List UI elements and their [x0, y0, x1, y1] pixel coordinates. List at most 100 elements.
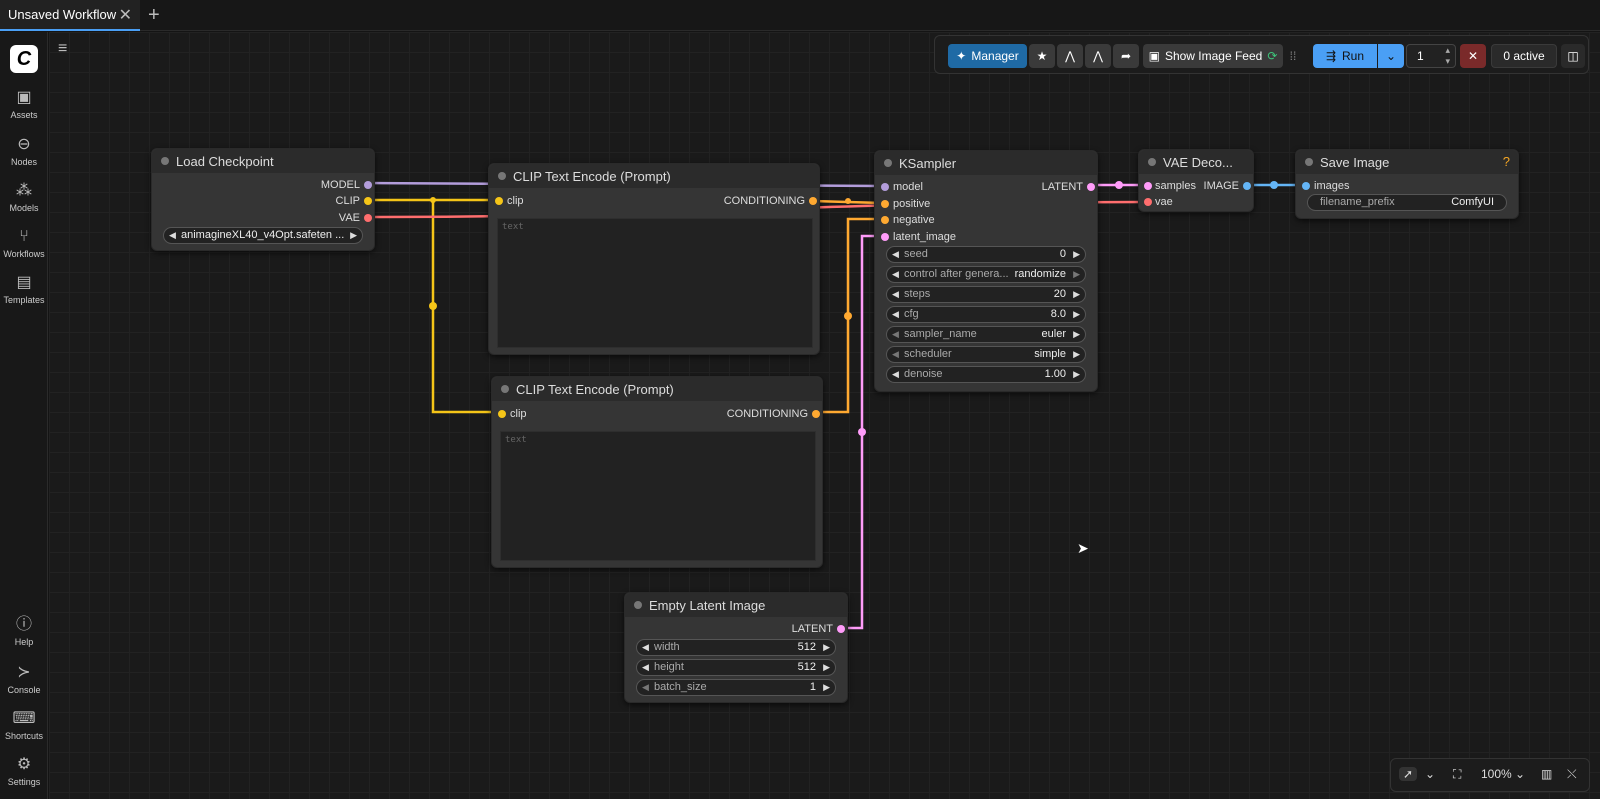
chevron-down-icon[interactable]: ⌄	[1425, 767, 1435, 781]
arrow-left-icon[interactable]: ◀	[892, 269, 899, 280]
output-conditioning[interactable]: CONDITIONING	[724, 193, 817, 209]
widget-cfg[interactable]: ◀ cfg 8.0 ▶	[886, 306, 1086, 323]
widget-sampler-name[interactable]: ◀ sampler_name euler ▶	[886, 326, 1086, 343]
widget-scheduler[interactable]: ◀ scheduler simple ▶	[886, 346, 1086, 363]
arrow-right-icon[interactable]: ▶	[1073, 269, 1080, 280]
node-ksampler[interactable]: KSampler model positive negative latent_…	[874, 150, 1098, 392]
input-images[interactable]: images	[1302, 178, 1349, 194]
arrow-right-icon[interactable]: ▶	[823, 662, 830, 673]
prompt-textarea[interactable]: text	[497, 218, 813, 348]
model-library-icon[interactable]: ⋀	[1085, 44, 1111, 68]
chevron-down-icon[interactable]: ⌄	[1515, 767, 1525, 781]
arrow-left-icon[interactable]: ◀	[892, 289, 899, 300]
hamburger-menu-icon[interactable]: ≡	[58, 40, 67, 58]
node-load-checkpoint[interactable]: Load Checkpoint MODEL CLIP VAE ◀ animagin…	[151, 148, 375, 251]
output-image-dot[interactable]	[1243, 182, 1251, 190]
output-latent-dot[interactable]	[1087, 183, 1095, 191]
sidebar-item-nodes[interactable]: ⊖ Nodes	[0, 135, 48, 167]
node-save-image[interactable]: Save Image? images filename_prefix ComfyU…	[1295, 149, 1519, 219]
show-image-feed-button[interactable]: ▣ Show Image Feed ⟳	[1143, 44, 1283, 68]
output-model[interactable]: MODEL	[321, 177, 372, 193]
input-clip-dot[interactable]	[495, 197, 503, 205]
input-positive-dot[interactable]	[881, 200, 889, 208]
node-collapse-dot[interactable]	[634, 601, 642, 609]
arrow-left-icon[interactable]: ◀	[642, 642, 649, 653]
prompt-textarea[interactable]: text	[500, 431, 816, 561]
sidebar-item-settings[interactable]: ⚙ Settings	[0, 755, 48, 787]
run-options-chevron-icon[interactable]: ⌄	[1378, 44, 1404, 68]
node-collapse-dot[interactable]	[498, 172, 506, 180]
node-empty-latent-image[interactable]: Empty Latent Image LATENT ◀ width 512 ▶ ◀ he…	[624, 592, 848, 703]
arrow-right-icon[interactable]: ▶	[1073, 349, 1080, 360]
widget-filename-prefix[interactable]: filename_prefix ComfyUI	[1307, 194, 1507, 211]
input-positive[interactable]: positive	[881, 196, 930, 212]
input-latent-image-dot[interactable]	[881, 233, 889, 241]
run-button[interactable]: ⇶ Run	[1313, 44, 1377, 68]
node-clip-text-encode-negative[interactable]: CLIP Text Encode (Prompt) clip CONDITION…	[491, 376, 823, 568]
zoom-level[interactable]: 100%	[1481, 767, 1512, 781]
arrow-left-icon[interactable]: ◀	[892, 249, 899, 260]
sidebar-item-workflows[interactable]: ⑂ Workflows	[0, 227, 48, 259]
input-clip-dot[interactable]	[498, 410, 506, 418]
clear-queue-button[interactable]: ✕	[1460, 44, 1486, 68]
input-vae[interactable]: vae	[1144, 194, 1173, 210]
input-latent-image[interactable]: latent_image	[881, 229, 956, 245]
drag-handle-icon[interactable]: ⁞⁞	[1285, 44, 1301, 68]
input-samples-dot[interactable]	[1144, 182, 1152, 190]
output-model-dot[interactable]	[364, 181, 372, 189]
widget-batch-size[interactable]: ◀ batch_size 1 ▶	[636, 679, 836, 696]
sidebar-item-assets[interactable]: ▣ Assets	[0, 88, 48, 120]
output-latent[interactable]: LATENT	[792, 621, 845, 637]
select-tool-icon[interactable]: ➚	[1399, 767, 1418, 781]
node-collapse-dot[interactable]	[884, 159, 892, 167]
widget-control-after-generate[interactable]: ◀ control after genera... randomize ▶	[886, 266, 1086, 283]
stepper-icon[interactable]: ▴ ▾	[1445, 45, 1450, 67]
arrow-right-icon[interactable]: ▶	[1073, 329, 1080, 340]
comfy-logo[interactable]: C	[10, 45, 38, 73]
input-images-dot[interactable]	[1302, 182, 1310, 190]
input-clip[interactable]: clip	[498, 406, 527, 422]
panel-toggle-icon[interactable]: ◫	[1561, 44, 1585, 68]
arrow-left-icon[interactable]: ◀	[892, 369, 899, 380]
output-vae[interactable]: VAE	[339, 210, 372, 226]
output-conditioning-dot[interactable]	[809, 197, 817, 205]
input-vae-dot[interactable]	[1144, 198, 1152, 206]
arrow-right-icon[interactable]: ▶	[1073, 249, 1080, 260]
arrow-left-icon[interactable]: ◀	[892, 349, 899, 360]
input-negative[interactable]: negative	[881, 212, 935, 228]
widget-denoise[interactable]: ◀ denoise 1.00 ▶	[886, 366, 1086, 383]
output-latent[interactable]: LATENT	[1042, 179, 1095, 195]
output-clip-dot[interactable]	[364, 197, 372, 205]
widget-height[interactable]: ◀ height 512 ▶	[636, 659, 836, 676]
arrow-left-icon[interactable]: ◀	[642, 662, 649, 673]
arrow-right-icon[interactable]: ▶	[1073, 309, 1080, 320]
node-collapse-dot[interactable]	[1148, 158, 1156, 166]
arrow-right-icon[interactable]: ▶	[350, 230, 357, 241]
arrow-right-icon[interactable]: ▶	[823, 642, 830, 653]
input-model[interactable]: model	[881, 179, 923, 195]
sidebar-item-console[interactable]: ≻ Console	[0, 663, 48, 695]
arrow-right-icon[interactable]: ▶	[823, 682, 830, 693]
arrow-left-icon[interactable]: ◀	[892, 329, 899, 340]
output-conditioning[interactable]: CONDITIONING	[727, 406, 820, 422]
batch-count-input[interactable]: 1 ▴ ▾	[1406, 44, 1456, 68]
arrow-right-icon[interactable]: ▶	[1073, 369, 1080, 380]
widget-width[interactable]: ◀ width 512 ▶	[636, 639, 836, 656]
output-latent-dot[interactable]	[837, 625, 845, 633]
node-library-icon[interactable]: ⋀	[1057, 44, 1083, 68]
help-icon[interactable]: ?	[1503, 154, 1510, 169]
arrow-left-icon[interactable]: ◀	[169, 230, 176, 241]
star-icon[interactable]: ★	[1029, 44, 1055, 68]
output-image[interactable]: IMAGE	[1204, 178, 1251, 194]
sidebar-item-shortcuts[interactable]: ⌨ Shortcuts	[0, 709, 48, 741]
node-clip-text-encode-positive[interactable]: CLIP Text Encode (Prompt) clip CONDITION…	[488, 163, 820, 355]
node-collapse-dot[interactable]	[1305, 158, 1313, 166]
output-clip[interactable]: CLIP	[336, 193, 372, 209]
input-samples[interactable]: samples	[1144, 178, 1196, 194]
input-negative-dot[interactable]	[881, 216, 889, 224]
arrow-left-icon[interactable]: ◀	[642, 682, 649, 693]
ckpt-name-combo[interactable]: ◀ animagineXL40_v4Opt.safeten ... ▶	[163, 227, 363, 244]
minimap-icon[interactable]: ▥	[1541, 767, 1552, 781]
arrow-left-icon[interactable]: ◀	[892, 309, 899, 320]
output-vae-dot[interactable]	[364, 214, 372, 222]
